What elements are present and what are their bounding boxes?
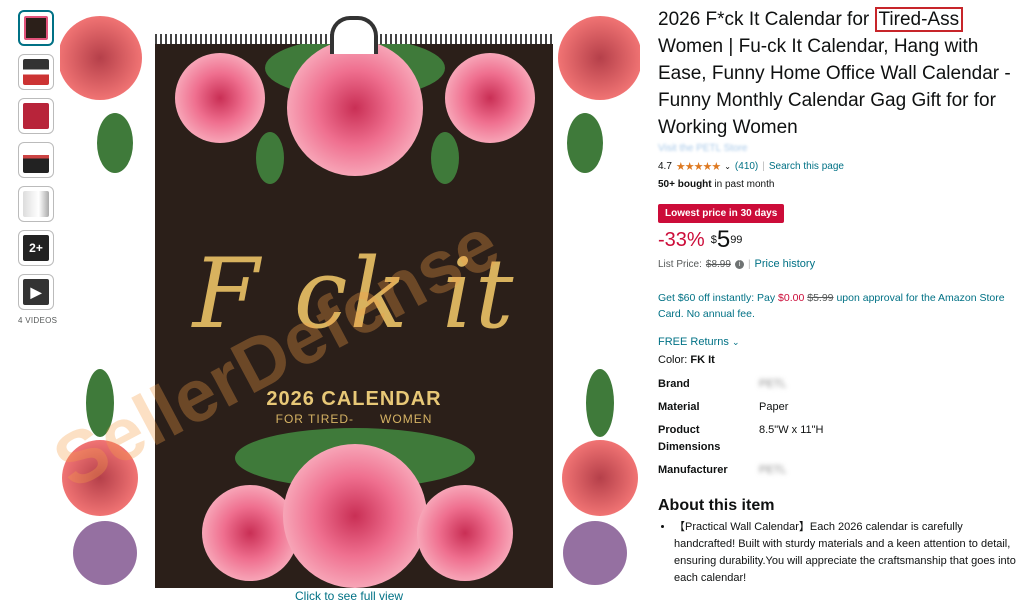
about-bullets: 【Practical Wall Calendar】Each 2026 calen… bbox=[658, 519, 1018, 587]
spec-value: PETL bbox=[759, 464, 787, 476]
free-returns-link[interactable]: FREE Returns ⌄ bbox=[658, 336, 1018, 348]
discount-percent: -33% bbox=[658, 229, 705, 251]
thumbnail-3[interactable] bbox=[18, 98, 54, 134]
list-price-label: List Price: bbox=[658, 258, 702, 270]
about-bullet: 【Practical Wall Calendar】Each 2026 calen… bbox=[674, 519, 1018, 587]
main-product-image[interactable]: F ck it 2026 CALENDAR FOR TIRED- WOMEN bbox=[60, 8, 640, 588]
calendar-cover-title: F ck it bbox=[192, 238, 516, 350]
separator: | bbox=[762, 161, 765, 172]
spec-key: Material bbox=[658, 401, 700, 413]
calendar-cover-year: 2026 CALENDAR bbox=[266, 388, 442, 410]
store-link[interactable]: Visit the PETL Store bbox=[658, 143, 1018, 154]
rating-value: 4.7 bbox=[658, 161, 672, 172]
card-offer-price: $0.00 bbox=[778, 292, 805, 304]
spec-value: Paper bbox=[759, 401, 789, 413]
title-highlighted-term: Tired-Ass bbox=[874, 7, 964, 32]
product-title-suffix: Women | Fu-ck It Calendar, Hang with Eas… bbox=[658, 36, 1011, 138]
spec-key: Product Dimensions bbox=[658, 424, 721, 453]
color-selection: Color: FK It bbox=[658, 354, 1018, 366]
deal-badge: Lowest price in 30 days bbox=[658, 204, 785, 223]
price-whole: 5 bbox=[716, 226, 731, 253]
product-info-panel: 2026 F*ck It Calendar for Tired-Ass Wome… bbox=[658, 6, 1018, 587]
chevron-down-icon: ⌄ bbox=[731, 337, 740, 347]
thumbnail-5[interactable] bbox=[18, 186, 54, 222]
rating-row: 4.7 ★★★★★ ⌄ (410) | Search this page bbox=[658, 160, 1018, 173]
calendar-cover-subtitle: FOR TIRED- WOMEN bbox=[275, 412, 433, 426]
thumbnail-6[interactable]: 2+ bbox=[18, 230, 54, 266]
calendar-cover: F ck it 2026 CALENDAR FOR TIRED- WOMEN bbox=[155, 38, 553, 588]
color-label: Color: bbox=[658, 354, 691, 366]
more-images-count: 2+ bbox=[29, 241, 43, 255]
about-this-item-heading: About this item bbox=[658, 497, 775, 514]
spec-value: PETL bbox=[759, 378, 787, 390]
card-offer-text-1: Get $60 off instantly: Pay bbox=[658, 292, 779, 304]
search-this-page-link[interactable]: Search this page bbox=[769, 161, 844, 172]
product-specs-table: Brand PETL Material Paper Product Dimensio… bbox=[658, 376, 1018, 479]
product-title: 2026 F*ck It Calendar for Tired-Ass Wome… bbox=[658, 6, 1018, 141]
list-price-value: $8.99 bbox=[705, 258, 731, 270]
bought-suffix: in past month bbox=[711, 179, 775, 190]
free-returns-label: FREE Returns bbox=[658, 336, 729, 348]
store-card-offer[interactable]: Get $60 off instantly: Pay $0.00 $5.99 u… bbox=[658, 290, 1018, 322]
price-history-link[interactable]: Price history bbox=[755, 258, 816, 270]
play-icon: ▶ bbox=[30, 283, 42, 300]
color-value: FK It bbox=[690, 354, 715, 366]
spec-row-brand: Brand PETL bbox=[658, 376, 1018, 393]
list-price-row: List Price: $8.99 i | Price history bbox=[658, 258, 1018, 270]
thumbnail-2[interactable] bbox=[18, 54, 54, 90]
click-to-see-full-view-link[interactable]: Click to see full view bbox=[295, 589, 403, 603]
star-rating-icon[interactable]: ★★★★★ bbox=[676, 160, 721, 173]
separator: | bbox=[747, 258, 751, 270]
info-icon[interactable]: i bbox=[734, 259, 744, 269]
bought-in-past-month: 50+ bought in past month bbox=[658, 179, 1018, 190]
thumbnail-strip: 2+ ▶ 4 VIDEOS bbox=[18, 10, 58, 325]
calendar-hanger bbox=[330, 16, 378, 54]
chevron-down-icon[interactable]: ⌄ bbox=[724, 162, 731, 171]
spec-value: 8.5"W x 11"H bbox=[759, 424, 824, 436]
spec-row-material: Material Paper bbox=[658, 399, 1018, 416]
card-offer-old-price: $5.99 bbox=[807, 292, 834, 304]
current-price: $599 bbox=[711, 226, 743, 253]
thumbnail-4[interactable] bbox=[18, 142, 54, 178]
price-fraction: 99 bbox=[730, 234, 743, 246]
videos-count-label[interactable]: 4 VIDEOS bbox=[18, 316, 58, 325]
spec-key: Manufacturer bbox=[658, 464, 728, 476]
rating-count-link[interactable]: (410) bbox=[735, 161, 758, 172]
price-row: -33% $599 bbox=[658, 226, 1018, 253]
thumbnail-1[interactable] bbox=[18, 10, 54, 46]
spec-key: Brand bbox=[658, 378, 690, 390]
bought-count: 50+ bought bbox=[658, 179, 712, 190]
thumbnail-video[interactable]: ▶ bbox=[18, 274, 54, 310]
spec-row-manufacturer: Manufacturer PETL bbox=[658, 462, 1018, 479]
spec-row-dimensions: Product Dimensions 8.5"W x 11"H bbox=[658, 422, 1018, 456]
product-title-prefix: 2026 F*ck It Calendar for bbox=[658, 9, 875, 30]
